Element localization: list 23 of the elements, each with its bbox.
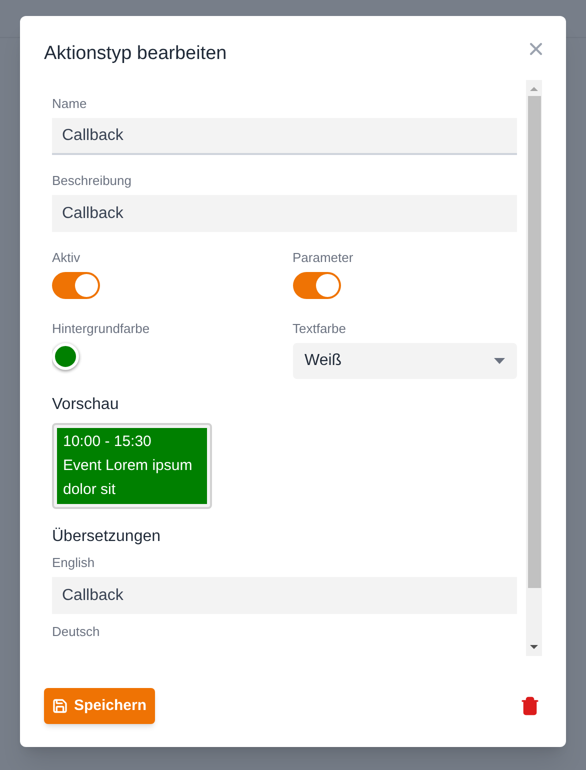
preview-text: 10:00 - 15:30 xyxy=(63,432,152,452)
field-label: Name xyxy=(52,96,87,112)
preview-text: Event Lorem ipsum dolor sit xyxy=(63,456,194,500)
field-label: Beschreibung xyxy=(52,173,132,189)
field-label: Parameter xyxy=(292,250,354,266)
text-field[interactable]: Callback xyxy=(52,118,517,155)
select-field[interactable]: Weiß xyxy=(292,343,517,379)
field-label: Hintergrundfarbe xyxy=(52,321,150,337)
delete-icon[interactable] xyxy=(520,696,540,716)
section-heading: Vorschau xyxy=(52,395,119,415)
text-field[interactable]: Callback xyxy=(52,195,517,232)
field-label: Textfarbe xyxy=(292,321,346,337)
toggle-switch[interactable] xyxy=(292,272,340,299)
toggle-switch[interactable] xyxy=(52,272,100,299)
field-label: English xyxy=(52,555,95,571)
scrollbar[interactable] xyxy=(526,80,542,656)
dialog-title: Aktionstyp bearbeiten xyxy=(44,42,227,66)
section-heading: Übersetzungen xyxy=(52,527,161,547)
color-swatch[interactable] xyxy=(52,343,79,370)
field-label: Deutsch xyxy=(52,624,100,640)
text-field[interactable]: Callback xyxy=(52,577,517,614)
field-label: Aktiv xyxy=(52,250,80,266)
caret-icon xyxy=(494,358,505,364)
